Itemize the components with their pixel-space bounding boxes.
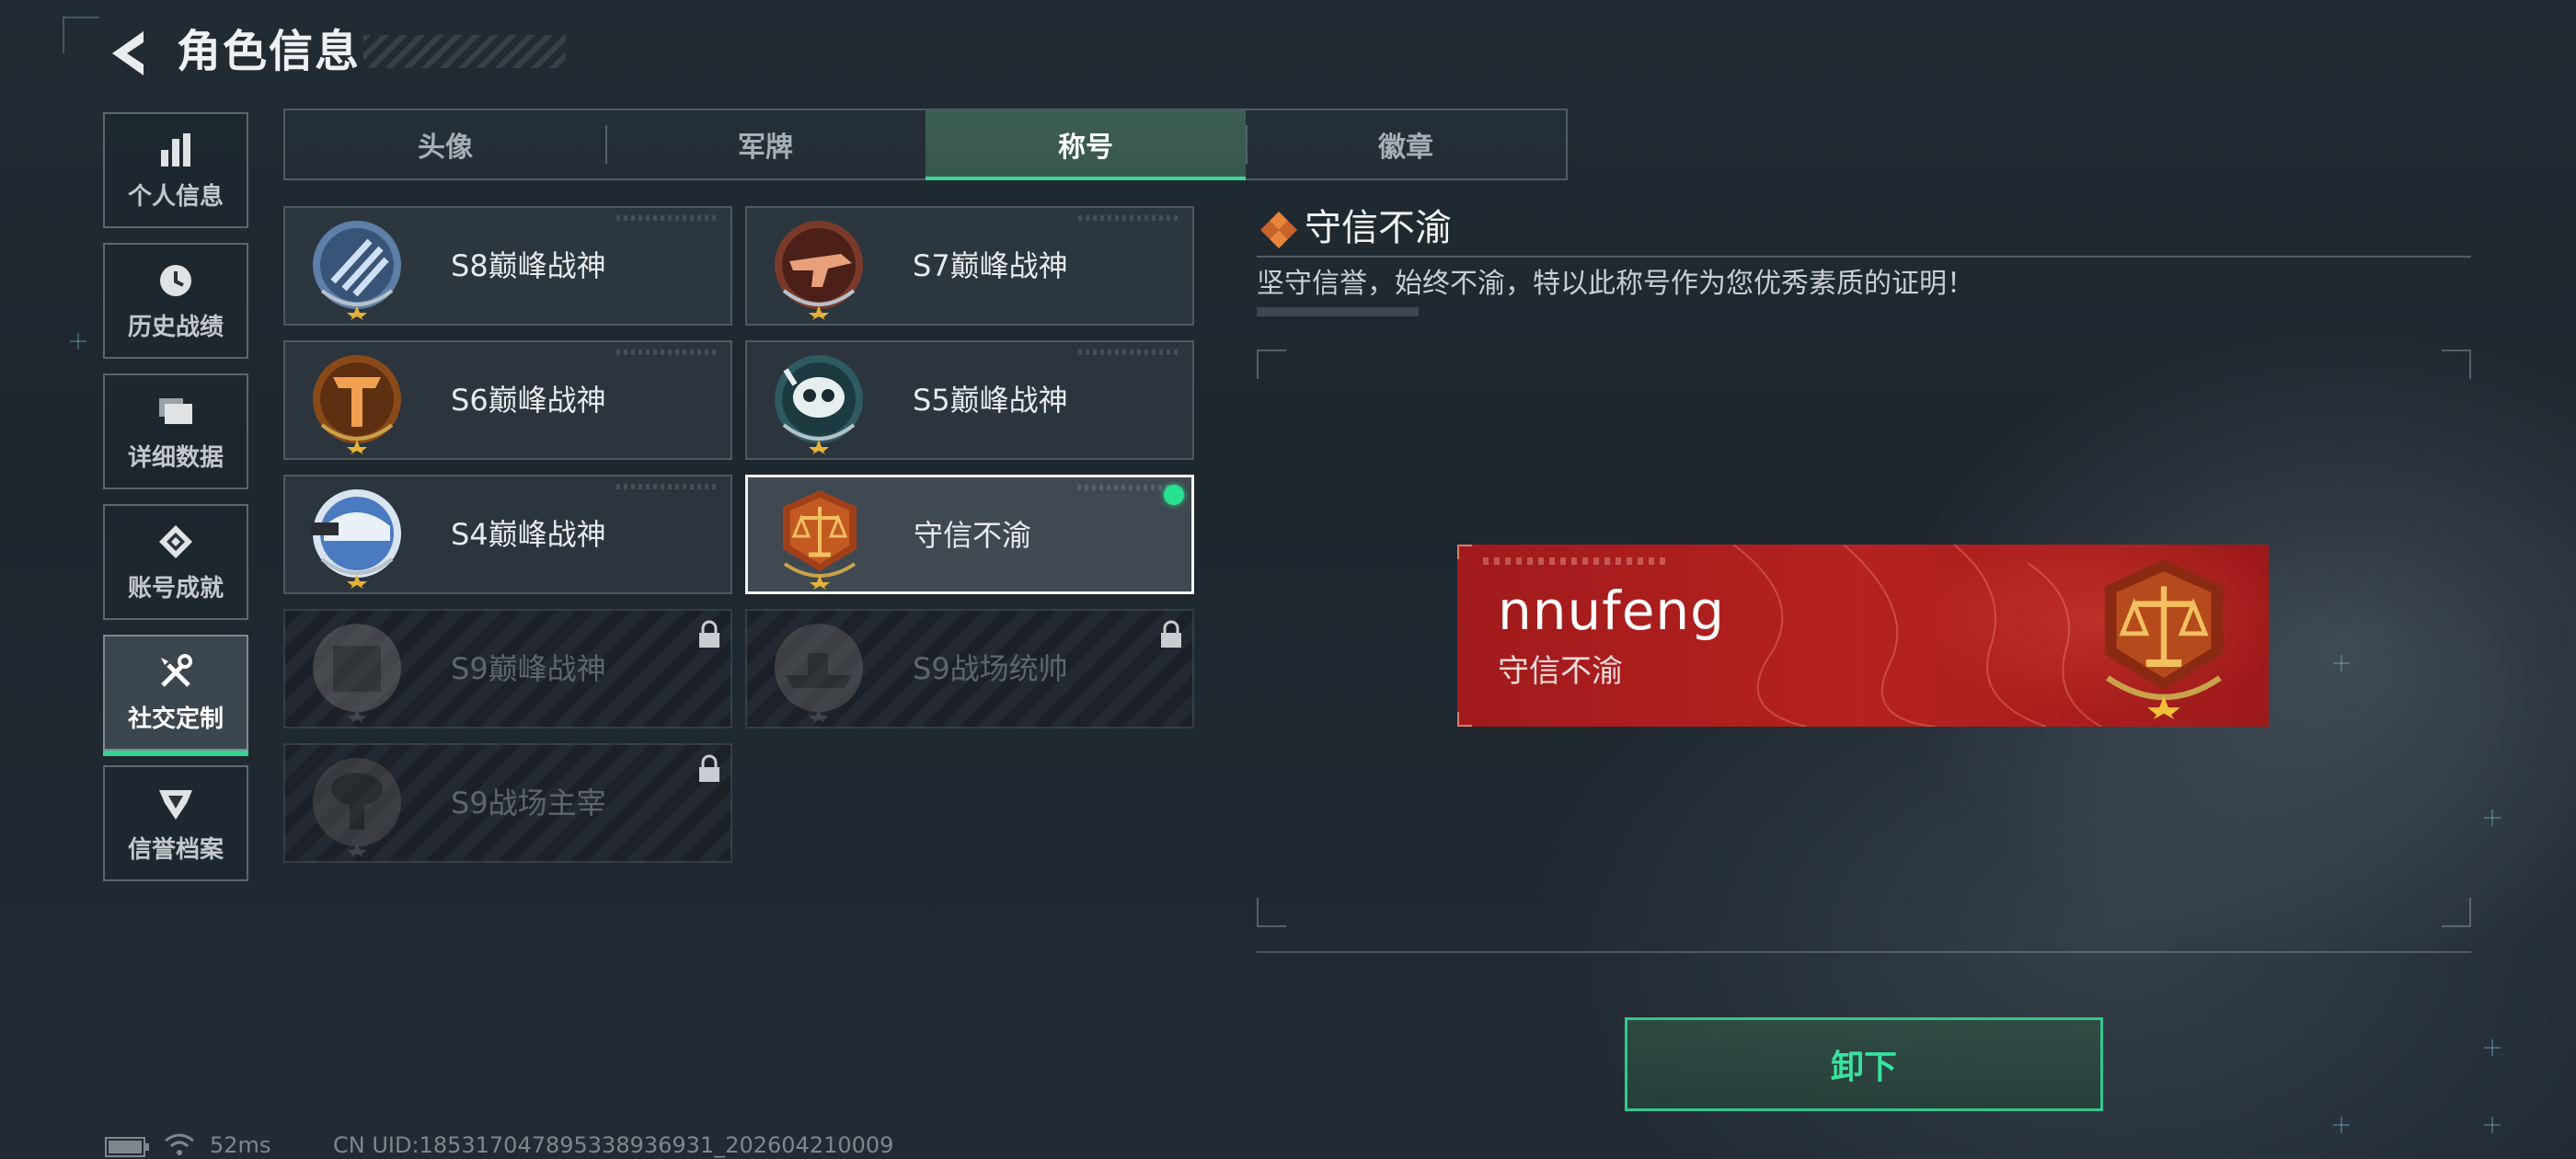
diamond-icon bbox=[1260, 212, 1297, 248]
title-card-s9-dominator-locked[interactable]: S9战场主宰 bbox=[283, 743, 732, 863]
ping-value: 52ms bbox=[210, 1132, 271, 1158]
sidebar-item-social-custom[interactable]: 社交定制 bbox=[103, 635, 248, 756]
detail-description: 坚守信誉，始终不渝，特以此称号作为您优秀素质的证明！ bbox=[1257, 268, 1974, 300]
card-decoration bbox=[1078, 350, 1179, 355]
mushroom-cloud-emblem-icon bbox=[313, 758, 401, 857]
sidebar-item-label: 历史战绩 bbox=[127, 313, 224, 341]
sidebar-item-reputation[interactable]: 信誉档案 bbox=[103, 765, 248, 881]
sidebar-item-label: 账号成就 bbox=[127, 574, 224, 602]
crosshair-decoration bbox=[2333, 655, 2350, 671]
sidebar-item-label: 个人信息 bbox=[127, 182, 224, 211]
lock-icon bbox=[1161, 620, 1181, 648]
title-card-s5[interactable]: S5巅峰战神 bbox=[745, 340, 1194, 460]
frame-corner bbox=[1257, 898, 1286, 927]
sidebar-item-label: 详细数据 bbox=[127, 443, 224, 472]
card-decoration bbox=[616, 350, 718, 355]
title-preview-banner: nnufeng 守信不渝 bbox=[1457, 545, 2269, 727]
sidebar-item-label: 社交定制 bbox=[127, 705, 224, 733]
battery-icon bbox=[105, 1137, 149, 1157]
lock-icon bbox=[699, 754, 719, 782]
unequip-button[interactable]: 卸下 bbox=[1625, 1017, 2103, 1111]
tab-dog-tag[interactable]: 军牌 bbox=[605, 110, 926, 178]
s9-emblem-icon bbox=[313, 624, 401, 723]
card-decoration bbox=[616, 484, 718, 489]
tab-avatar[interactable]: 头像 bbox=[285, 110, 605, 178]
sidebar-item-achievements[interactable]: 账号成就 bbox=[103, 504, 248, 620]
banner-corner bbox=[1457, 712, 1472, 727]
warship-emblem-icon bbox=[775, 624, 863, 723]
title-card-name: S4巅峰战神 bbox=[451, 517, 606, 552]
crosshair-decoration bbox=[2484, 809, 2501, 826]
s4-emblem-icon bbox=[311, 489, 401, 589]
title-card-s6[interactable]: S6巅峰战神 bbox=[283, 340, 732, 460]
s7-emblem-icon bbox=[775, 221, 863, 320]
card-decoration bbox=[616, 215, 718, 221]
s5-emblem-icon bbox=[775, 355, 863, 454]
divider bbox=[1257, 951, 2471, 953]
title-card-s8[interactable]: S8巅峰战神 bbox=[283, 206, 732, 326]
scales-emblem-icon bbox=[783, 490, 857, 590]
title-card-name: S9战场统帅 bbox=[913, 651, 1068, 686]
tools-icon bbox=[161, 653, 192, 687]
preview-nickname: nnufeng bbox=[1498, 580, 1725, 642]
crosshair-decoration bbox=[70, 333, 86, 350]
tab-bar: 头像 军牌 称号 徽章 bbox=[283, 109, 1568, 180]
card-decoration bbox=[1077, 485, 1179, 490]
frame-corner bbox=[2442, 898, 2471, 927]
frame-corner bbox=[2442, 350, 2471, 379]
title-decoration bbox=[363, 35, 566, 68]
sidebar-item-history[interactable]: 历史战绩 bbox=[103, 243, 248, 359]
bar-chart-icon bbox=[161, 132, 190, 166]
banner-corner bbox=[1457, 545, 1472, 559]
banner-decoration bbox=[1483, 557, 1667, 565]
sidebar-item-detailed-data[interactable]: 详细数据 bbox=[103, 373, 248, 489]
card-decoration bbox=[1078, 215, 1179, 221]
wifi-icon bbox=[165, 1133, 194, 1155]
title-card-name: S6巅峰战神 bbox=[451, 383, 606, 418]
equipped-indicator bbox=[1164, 485, 1184, 505]
title-card-name: S7巅峰战神 bbox=[913, 248, 1068, 283]
s8-emblem-icon bbox=[313, 221, 401, 320]
title-card-s9-locked[interactable]: S9巅峰战神 bbox=[283, 609, 732, 729]
achievement-icon bbox=[159, 524, 192, 558]
page-title: 角色信息 bbox=[177, 26, 362, 77]
title-card-s4[interactable]: S4巅峰战神 bbox=[283, 475, 732, 594]
crosshair-decoration bbox=[2333, 1117, 2350, 1133]
corner-decoration bbox=[63, 17, 99, 53]
tab-title[interactable]: 称号 bbox=[926, 110, 1246, 180]
title-card-name: 守信不渝 bbox=[914, 518, 1032, 553]
scales-emblem-icon bbox=[2104, 559, 2224, 719]
sidebar-item-label: 信誉档案 bbox=[127, 835, 224, 864]
crosshair-decoration bbox=[2484, 1117, 2501, 1133]
frame-corner bbox=[1257, 350, 1286, 379]
detail-title: 守信不渝 bbox=[1305, 207, 1452, 249]
tab-badge[interactable]: 徽章 bbox=[1246, 110, 1566, 178]
preview-title: 守信不渝 bbox=[1498, 653, 1623, 690]
crosshair-decoration bbox=[2484, 1039, 2501, 1056]
lock-icon bbox=[699, 620, 719, 648]
uid-text: CN UID:185317047895338936931_20260421000… bbox=[333, 1132, 894, 1158]
back-arrow-icon[interactable] bbox=[103, 26, 155, 81]
shield-icon bbox=[159, 789, 192, 820]
title-card-s7[interactable]: S7巅峰战神 bbox=[745, 206, 1194, 326]
sidebar-item-personal-info[interactable]: 个人信息 bbox=[103, 112, 248, 228]
title-card-name: S9战场主宰 bbox=[451, 786, 606, 820]
title-card-integrity[interactable]: 守信不渝 bbox=[745, 475, 1194, 594]
title-card-name: S9巅峰战神 bbox=[451, 651, 606, 686]
title-card-name: S8巅峰战神 bbox=[451, 248, 606, 283]
title-card-s9-commander-locked[interactable]: S9战场统帅 bbox=[745, 609, 1194, 729]
title-card-name: S5巅峰战神 bbox=[913, 383, 1068, 418]
s6-emblem-icon bbox=[313, 355, 401, 454]
clock-icon bbox=[160, 264, 191, 296]
folder-icon bbox=[159, 397, 192, 424]
divider bbox=[1257, 256, 2471, 258]
detail-subtext-placeholder bbox=[1257, 307, 1419, 316]
